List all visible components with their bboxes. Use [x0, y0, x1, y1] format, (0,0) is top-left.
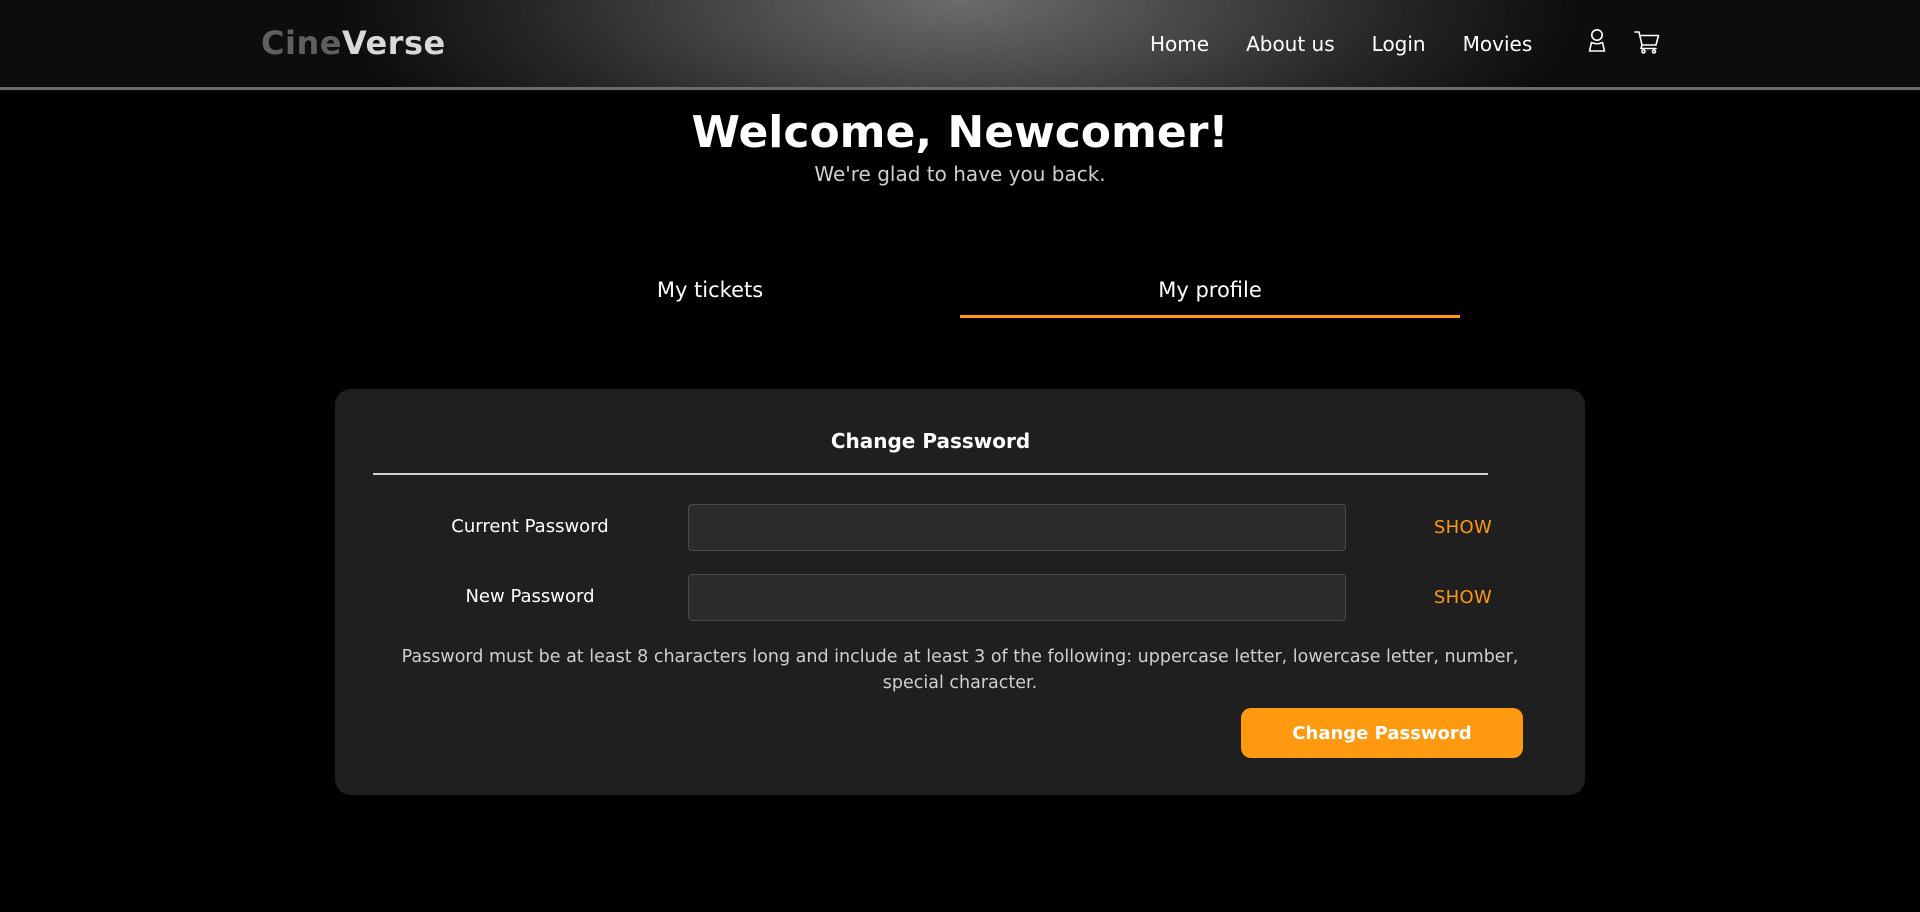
- welcome-title: Welcome, Newcomer!: [691, 107, 1229, 158]
- nav-link-about-us[interactable]: About us: [1246, 30, 1335, 58]
- account-tabs: My tickets My profile: [460, 274, 1460, 318]
- brand-logo[interactable]: CineVerse: [261, 22, 446, 64]
- password-requirements-hint: Password must be at least 8 characters l…: [401, 647, 1519, 693]
- change-password-button[interactable]: Change Password: [1241, 708, 1523, 758]
- current-password-input[interactable]: [688, 504, 1346, 551]
- brand-name-part1: Cine: [261, 24, 342, 62]
- top-navbar: CineVerse Home About us Login Movies: [0, 0, 1920, 90]
- change-password-card: Change Password Current Password SHOW Ne…: [335, 389, 1585, 795]
- nav-link-home[interactable]: Home: [1150, 30, 1209, 58]
- tab-my-tickets[interactable]: My tickets: [460, 274, 960, 318]
- main-nav: Home About us Login Movies: [1150, 30, 1532, 58]
- cart-icon[interactable]: [1632, 26, 1662, 56]
- new-password-input[interactable]: [688, 574, 1346, 621]
- new-password-label: New Password: [465, 586, 595, 607]
- show-current-password-toggle[interactable]: SHOW: [1423, 515, 1503, 541]
- change-password-heading: Change Password: [830, 429, 1031, 453]
- welcome-subtitle: We're glad to have you back.: [814, 162, 1106, 186]
- show-new-password-toggle[interactable]: SHOW: [1423, 585, 1503, 611]
- tab-my-profile[interactable]: My profile: [960, 274, 1460, 318]
- user-icon[interactable]: [1582, 26, 1612, 56]
- current-password-label: Current Password: [451, 516, 609, 537]
- heading-divider: [373, 473, 1488, 475]
- nav-link-movies[interactable]: Movies: [1463, 30, 1533, 58]
- brand-name-part2: Verse: [341, 24, 446, 62]
- nav-link-login[interactable]: Login: [1372, 30, 1426, 58]
